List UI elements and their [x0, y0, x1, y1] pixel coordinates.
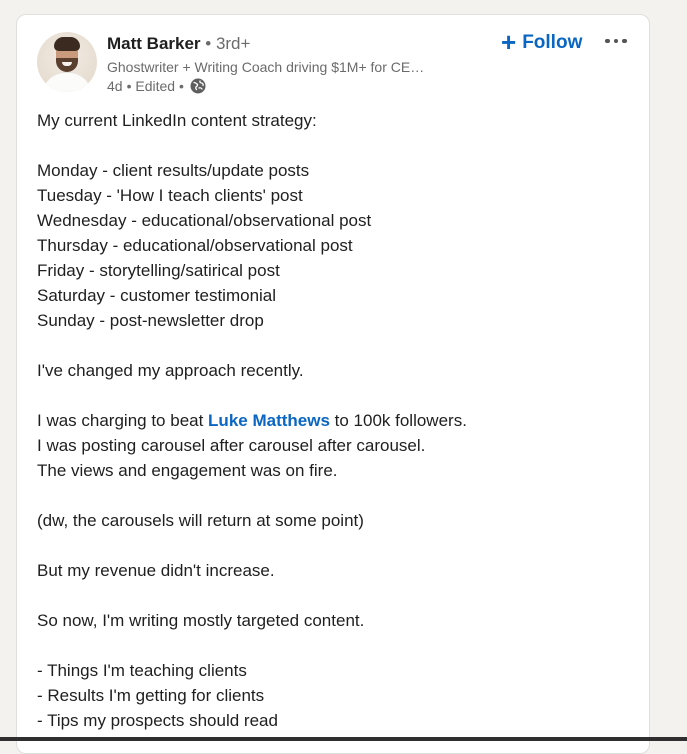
post-body: My current LinkedIn content strategy: Mo…: [37, 108, 637, 733]
connection-degree: • 3rd+: [200, 34, 251, 53]
post-changed-line: I've changed my approach recently.: [37, 361, 304, 380]
schedule-line: Monday - client results/update posts: [37, 161, 310, 180]
more-options-button[interactable]: [601, 29, 631, 53]
bullet-item: - Results I'm getting for clients: [37, 686, 265, 705]
author-avatar[interactable]: [37, 32, 97, 92]
schedule-line: Wednesday - educational/observational po…: [37, 211, 372, 230]
plus-icon: +: [501, 26, 517, 57]
post-revenue-line: But my revenue didn't increase.: [37, 561, 275, 580]
post-edited: • Edited •: [126, 78, 184, 94]
post-time: 4d: [107, 78, 123, 94]
post-views-line: The views and engagement was on fire.: [37, 461, 338, 480]
schedule-line: Saturday - customer testimonial: [37, 286, 277, 305]
schedule-line: Thursday - educational/observational pos…: [37, 236, 353, 255]
globe-icon: [190, 78, 206, 94]
window-bottom-border: [0, 737, 687, 741]
post-meta: 4d • Edited •: [107, 77, 206, 95]
post-intro: My current LinkedIn content strategy:: [37, 111, 317, 130]
mention-link[interactable]: Luke Matthews: [208, 411, 330, 430]
post-carousel-line: I was posting carousel after carousel af…: [37, 436, 426, 455]
schedule-line: Friday - storytelling/satirical post: [37, 261, 280, 280]
bullet-item: - Things I'm teaching clients: [37, 661, 247, 680]
follow-button[interactable]: + Follow: [497, 28, 586, 58]
author-name-row: Matt Barker • 3rd+: [107, 33, 250, 55]
author-headline: Ghostwriter + Writing Coach driving $1M+…: [107, 59, 425, 75]
follow-label: Follow: [522, 32, 583, 53]
ellipsis-icon: [605, 38, 610, 44]
schedule-line: Sunday - post-newsletter drop: [37, 311, 264, 330]
schedule-line: Tuesday - 'How I teach clients' post: [37, 186, 303, 205]
post-aside: (dw, the carousels will return at some p…: [37, 511, 364, 530]
post-now-line: So now, I'm writing mostly targeted cont…: [37, 611, 365, 630]
post-charging-line: I was charging to beat Luke Matthews to …: [37, 411, 467, 430]
post-card: Matt Barker • 3rd+ Ghostwriter + Writing…: [16, 14, 650, 754]
bullet-item: - Tips my prospects should read: [37, 711, 278, 730]
author-name[interactable]: Matt Barker: [107, 34, 201, 53]
